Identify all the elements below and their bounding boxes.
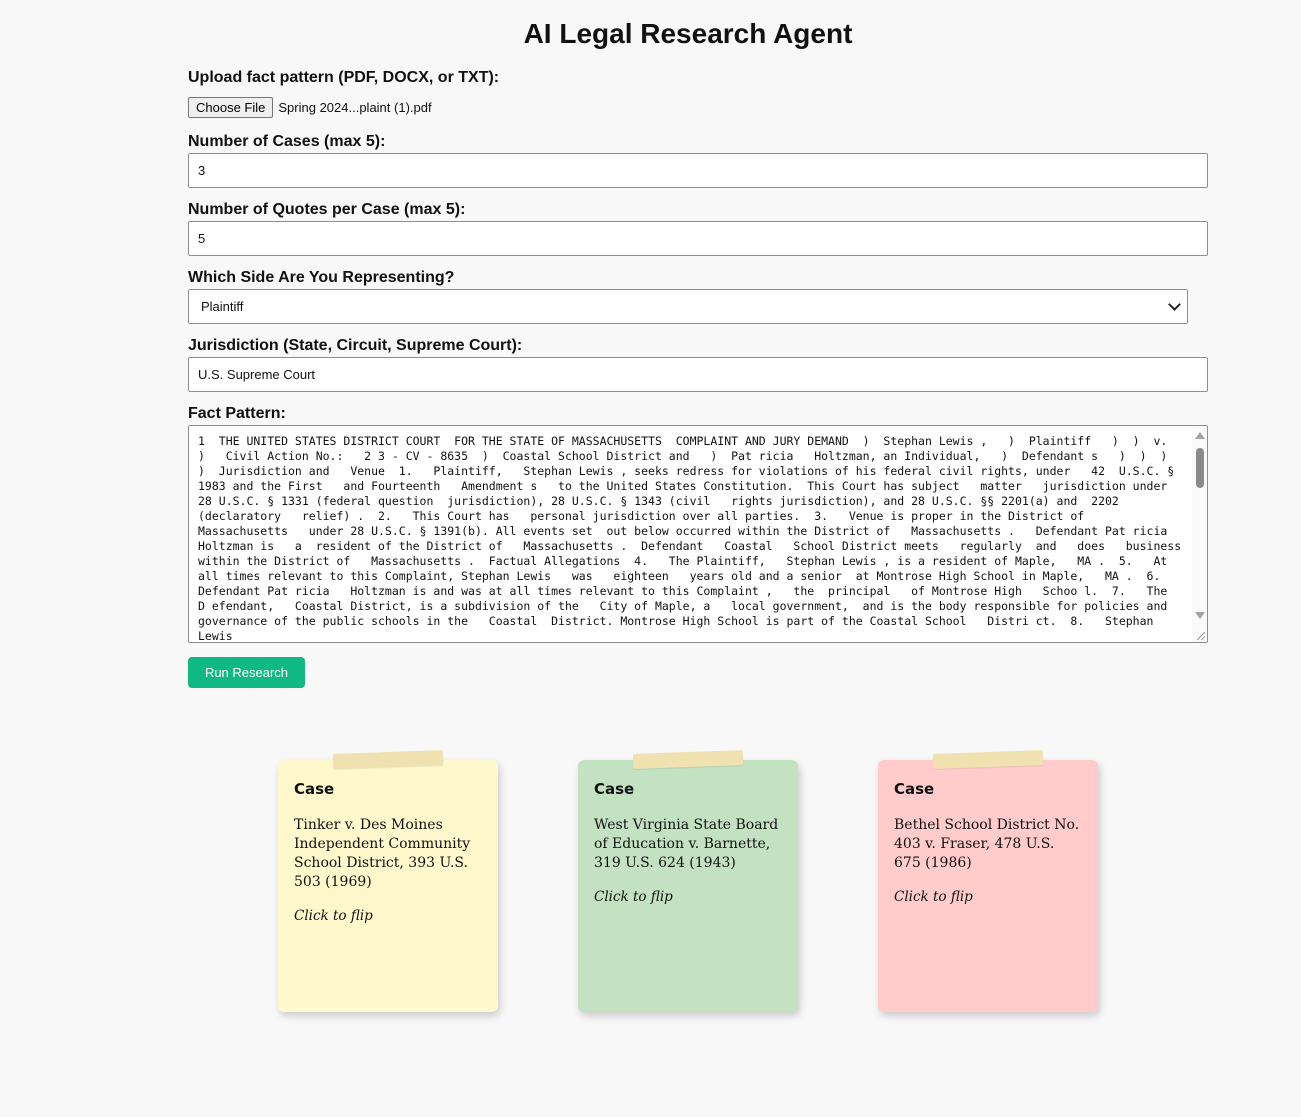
side-field: Which Side Are You Representing? Plainti… (188, 268, 1208, 324)
case-card-flip-hint: Click to flip (894, 889, 973, 905)
case-card-name: Bethel School District No. 403 v. Fraser… (894, 817, 1080, 871)
scroll-down-arrow-icon[interactable] (1195, 612, 1205, 619)
num-cases-label: Number of Cases (max 5): (188, 133, 386, 150)
case-card[interactable]: Case Tinker v. Des Moines Independent Co… (278, 750, 498, 1012)
textarea-scrollbar[interactable] (1192, 426, 1207, 642)
num-quotes-label: Number of Quotes per Case (max 5): (188, 201, 466, 218)
case-card[interactable]: Case Bethel School District No. 403 v. F… (878, 750, 1098, 1012)
file-upload-row: Choose File Spring 2024...plaint (1).pdf (188, 96, 1208, 118)
selected-file-name: Spring 2024...plaint (1).pdf (278, 99, 432, 115)
fact-pattern-label: Fact Pattern: (188, 405, 286, 422)
jurisdiction-label: Jurisdiction (State, Circuit, Supreme Co… (188, 337, 523, 354)
fact-pattern-text: 1 THE UNITED STATES DISTRICT COURT FOR T… (198, 434, 1189, 643)
fact-pattern-field: Fact Pattern: 1 THE UNITED STATES DISTRI… (188, 404, 1208, 643)
case-card-flip-hint: Click to flip (294, 908, 373, 924)
case-card-name: West Virginia State Board of Education v… (594, 817, 779, 871)
num-cases-field: Number of Cases (max 5): (188, 132, 1208, 188)
scroll-up-arrow-icon[interactable] (1195, 432, 1205, 439)
case-card-title: Case (294, 780, 335, 798)
case-card[interactable]: Case West Virginia State Board of Educat… (578, 750, 798, 1012)
research-form: Upload fact pattern (PDF, DOCX, or TXT):… (188, 68, 1208, 643)
side-label: Which Side Are You Representing? (188, 269, 455, 286)
tape-decoration (932, 750, 1044, 769)
num-cases-input[interactable] (188, 153, 1208, 188)
upload-label: Upload fact pattern (PDF, DOCX, or TXT): (188, 69, 500, 86)
case-card-name: Tinker v. Des Moines Independent Communi… (294, 817, 471, 890)
run-research-button[interactable]: Run Research (188, 657, 305, 688)
tape-decoration (632, 750, 744, 769)
tape-decoration (332, 750, 444, 769)
fact-pattern-textarea[interactable]: 1 THE UNITED STATES DISTRICT COURT FOR T… (188, 425, 1208, 643)
case-card-flip-hint: Click to flip (594, 889, 673, 905)
case-card-title: Case (894, 780, 935, 798)
num-quotes-field: Number of Quotes per Case (max 5): (188, 200, 1208, 256)
jurisdiction-field: Jurisdiction (State, Circuit, Supreme Co… (188, 336, 1208, 392)
case-card-title: Case (594, 780, 635, 798)
chevron-down-icon (1168, 298, 1181, 311)
page-title: AI Legal Research Agent (523, 18, 853, 49)
jurisdiction-input[interactable] (188, 357, 1208, 392)
side-select[interactable]: Plaintiff (188, 289, 1188, 324)
resize-grip-icon[interactable] (1197, 632, 1205, 640)
scroll-thumb[interactable] (1196, 448, 1204, 488)
choose-file-button[interactable]: Choose File (188, 96, 274, 118)
side-select-value: Plaintiff (201, 299, 244, 314)
num-quotes-input[interactable] (188, 221, 1208, 256)
